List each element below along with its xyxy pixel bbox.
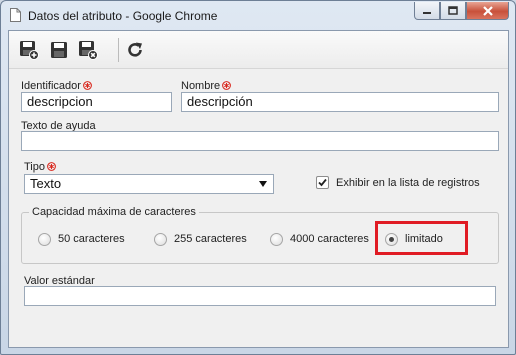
- required-icon: [47, 162, 56, 171]
- required-icon: [222, 81, 232, 90]
- maximize-button[interactable]: [440, 2, 466, 20]
- page-icon: [10, 8, 21, 22]
- nombre-input[interactable]: descripción: [181, 92, 499, 112]
- checkmark-icon: [318, 178, 327, 187]
- dialog-content: Identificador descripcion Nombre descrip…: [8, 30, 509, 348]
- close-button[interactable]: [466, 2, 509, 20]
- refresh-icon: [128, 42, 142, 57]
- save-new-button[interactable]: [17, 38, 41, 62]
- nombre-label-text: Nombre: [181, 80, 221, 92]
- minimize-button[interactable]: [414, 2, 440, 20]
- chevron-down-icon: [259, 181, 267, 187]
- radio-255-caracteres[interactable]: [154, 233, 167, 246]
- tipo-label-text: Tipo: [24, 161, 45, 173]
- radio-50-caracteres[interactable]: [38, 233, 51, 246]
- radio-4000-label: 4000 caracteres: [290, 233, 369, 245]
- tipo-select[interactable]: Texto: [24, 174, 274, 194]
- texto-ayuda-input[interactable]: [21, 131, 499, 151]
- radio-4000-caracteres[interactable]: [270, 233, 283, 246]
- save-new-icon: [20, 41, 39, 60]
- close-icon: [482, 5, 493, 16]
- capacidad-legend: Capacidad máxima de caracteres: [29, 206, 199, 218]
- minimize-icon: [423, 11, 431, 14]
- radio-255-label: 255 caracteres: [174, 233, 247, 245]
- save-close-button[interactable]: [76, 38, 100, 62]
- maximize-icon: [448, 6, 458, 15]
- highlight-box: [375, 221, 468, 255]
- exhibir-label: Exhibir en la lista de registros: [336, 177, 480, 189]
- exhibir-checkbox[interactable]: [316, 176, 329, 189]
- tipo-label: Tipo: [24, 161, 56, 173]
- required-icon: [83, 81, 92, 90]
- save-close-icon: [79, 41, 98, 60]
- toolbar-separator: [118, 38, 119, 62]
- radio-50-label: 50 caracteres: [58, 233, 125, 245]
- identificador-label-text: Identificador: [21, 80, 81, 92]
- tipo-select-value: Texto: [30, 176, 62, 191]
- toolbar: [9, 31, 508, 69]
- browser-window: Datos del atributo - Google Chrome Ident…: [0, 0, 516, 355]
- nombre-label: Nombre: [181, 80, 232, 92]
- refresh-button[interactable]: [123, 38, 147, 62]
- save-icon: [51, 42, 67, 58]
- window-title: Datos del atributo - Google Chrome: [28, 9, 218, 23]
- identificador-input[interactable]: descripcion: [21, 92, 172, 112]
- title-bar[interactable]: Datos del atributo - Google Chrome: [1, 1, 515, 29]
- valor-estandar-input[interactable]: [24, 286, 496, 306]
- save-button[interactable]: [47, 38, 71, 62]
- identificador-label: Identificador: [21, 80, 92, 92]
- window-controls: [414, 2, 509, 20]
